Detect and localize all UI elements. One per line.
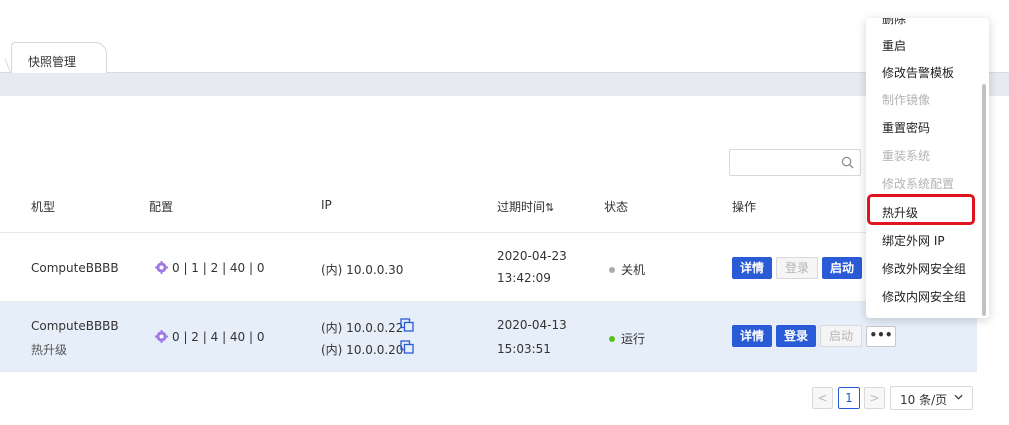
copy-icon[interactable]	[400, 340, 414, 354]
menu-item-modify-system-config[interactable]: 修改系统配置	[882, 175, 954, 192]
menu-item-modify-alert-template[interactable]: 修改告警模板	[882, 64, 954, 81]
menu-scrollbar[interactable]	[982, 84, 986, 316]
tab-band	[0, 72, 1009, 96]
tab-bar: 快照管理	[0, 0, 1009, 96]
search-input[interactable]	[729, 149, 861, 176]
page-size-select[interactable]: 10 条/页	[890, 386, 973, 410]
ip-value: (内) 10.0.0.30	[321, 263, 404, 277]
status-badge: 运行	[609, 330, 645, 347]
config-cell: 0 | 1 | 2 | 40 | 0	[155, 261, 265, 275]
chevron-down-icon	[954, 394, 963, 400]
prev-page-button[interactable]: <	[812, 387, 833, 409]
page-number-current[interactable]: 1	[838, 387, 860, 409]
model-name: ComputeBBBB	[31, 261, 119, 275]
status-text: 运行	[621, 332, 646, 346]
gear-icon	[155, 330, 168, 343]
model-name: ComputeBBBB	[31, 319, 119, 333]
header-actions: 操作	[732, 200, 757, 214]
expire-time: 13:42:09	[497, 271, 551, 285]
search-icon[interactable]	[841, 156, 854, 169]
expire-date: 2020-04-23	[497, 249, 567, 263]
table-row: ComputeBBBB 0 | 1 | 2 | 40 | 0 (内) 10.0.…	[0, 232, 977, 302]
copy-icon[interactable]	[400, 318, 414, 332]
status-badge: 关机	[609, 261, 645, 278]
tab-edge	[0, 58, 11, 72]
menu-item-modify-private-security-group[interactable]: 修改内网安全组	[882, 288, 966, 305]
menu-item-reset-password[interactable]: 重置密码	[882, 119, 930, 136]
highlight-annotation	[867, 194, 975, 225]
status-dot	[609, 267, 615, 273]
header-ip: IP	[321, 198, 332, 212]
header-expire-label: 过期时间	[497, 200, 546, 214]
detail-button[interactable]: 详情	[732, 257, 772, 279]
next-page-button[interactable]: >	[864, 387, 885, 409]
more-actions-menu: 删除 重启 修改告警模板 制作镜像 重置密码 重装系统 修改系统配置 热升级 绑…	[866, 18, 989, 318]
config-value: 0 | 2 | 4 | 40 | 0	[172, 330, 265, 344]
ip-value: (内) 10.0.0.20	[321, 343, 404, 357]
detail-button[interactable]: 详情	[732, 325, 772, 347]
model-sub-label: 热升级	[31, 343, 68, 357]
status-text: 关机	[621, 263, 646, 277]
menu-item-create-image[interactable]: 制作镜像	[882, 91, 930, 108]
header-expire-time[interactable]: 过期时间⇅	[497, 198, 554, 215]
header-config: 配置	[149, 200, 174, 214]
menu-item-modify-public-security-group[interactable]: 修改外网安全组	[882, 260, 966, 277]
menu-item-partial[interactable]: 删除	[882, 18, 906, 27]
ip-value: (内) 10.0.0.22	[321, 321, 404, 335]
header-status: 状态	[604, 200, 629, 214]
tab-snapshot-management[interactable]: 快照管理	[11, 42, 107, 73]
expire-time: 15:03:51	[497, 342, 551, 356]
config-value: 0 | 1 | 2 | 40 | 0	[172, 261, 265, 275]
menu-item-bind-public-ip[interactable]: 绑定外网 IP	[882, 232, 945, 249]
login-button[interactable]: 登录	[776, 325, 816, 347]
start-button[interactable]: 启动	[822, 257, 862, 279]
expire-date: 2020-04-13	[497, 318, 567, 332]
menu-item-restart[interactable]: 重启	[882, 37, 906, 54]
sort-icon[interactable]: ⇅	[545, 201, 554, 214]
status-dot	[609, 336, 615, 342]
header-model: 机型	[31, 200, 56, 214]
page-size-value: 10 条/页	[900, 393, 948, 407]
config-cell: 0 | 2 | 4 | 40 | 0	[155, 330, 265, 344]
more-actions-button[interactable]: •••	[866, 326, 896, 347]
start-button[interactable]: 启动	[820, 325, 862, 347]
login-button[interactable]: 登录	[776, 257, 818, 279]
menu-item-reinstall-system[interactable]: 重装系统	[882, 147, 930, 164]
table-row: ComputeBBBB 热升级 0 | 2 | 4 | 40 | 0 (内) 1…	[0, 302, 977, 372]
gear-icon	[155, 261, 168, 274]
